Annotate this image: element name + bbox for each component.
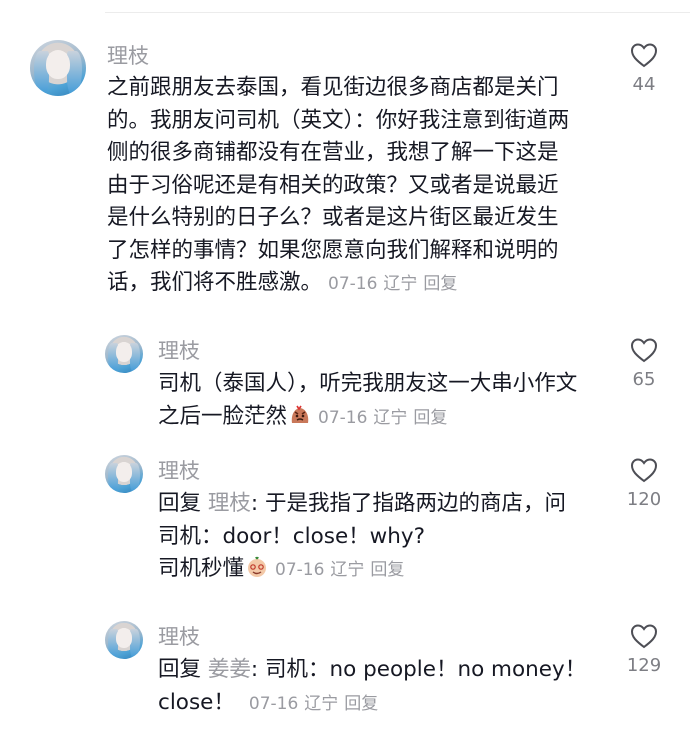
reply-meta: 07-16 辽宁 回复 [275,560,410,580]
avatar[interactable] [105,621,143,659]
like-count: 65 [632,369,656,390]
avatar[interactable] [30,40,86,96]
angry-face-emoji [291,405,309,423]
divider [105,12,690,13]
avatar[interactable] [105,455,143,493]
reply-text: 回复 姜姜: 司机：no people！no money！ close！ 07-1… [158,657,587,715]
reply-button[interactable]: 回复 [413,408,447,428]
comment-text: 之前跟朋友去泰国，看见街边很多商店都是关门 的。我朋友问司机（英文）：你好我注意… [107,75,570,295]
heart-outline-icon [630,624,658,649]
heart-outline-icon [630,338,658,363]
like-button[interactable]: 65 [609,337,679,391]
reply-username[interactable]: 理枝 [158,457,200,485]
reply-date: 07-16 [248,693,299,714]
reply-meta: 07-16 辽宁 回复 [318,408,453,428]
reply-button[interactable]: 回复 [370,560,404,580]
reply-text: 回复 理枝: 于是我指了指路两边的商店，问 司机：door！close！why?… [158,491,566,581]
reply-date: 07-16 [275,560,325,580]
reply-username[interactable]: 理枝 [158,337,200,365]
like-button[interactable]: 120 [609,457,679,511]
like-button[interactable]: 129 [609,623,679,677]
reply-button[interactable]: 回复 [344,694,378,714]
like-button[interactable]: 44 [609,42,679,96]
reply-prefix: 回复 [158,491,202,516]
avatar[interactable] [105,335,143,373]
comment-meta: 07-16 辽宁 回复 [328,274,463,294]
heart-outline-icon [630,43,658,68]
reply-username[interactable]: 理枝 [158,623,200,651]
reply-button[interactable]: 回复 [423,274,457,294]
reply-to-username[interactable]: 姜姜 [208,657,251,682]
reply-text: 司机（泰国人），听完我朋友这一大串小作文 之后一脸茫然 07-16 辽宁 回复 [158,371,578,429]
reply-prefix: 回复 [158,657,202,682]
like-count: 120 [626,489,662,510]
like-count: 129 [626,655,662,676]
comment-date: 07-16 [328,274,378,294]
reply-date: 07-16 [318,407,368,428]
like-count: 44 [632,74,656,95]
reply-location: 辽宁 [373,407,408,428]
comment-username[interactable]: 理枝 [107,42,149,70]
smiling-face-emoji [248,556,267,577]
reply-location: 辽宁 [304,693,339,714]
comment-location: 辽宁 [383,274,418,294]
heart-outline-icon [630,458,658,483]
reply-meta: 07-16 辽宁 回复 [249,694,384,714]
reply-to-username[interactable]: 理枝 [208,491,251,516]
reply-location: 辽宁 [330,560,365,580]
